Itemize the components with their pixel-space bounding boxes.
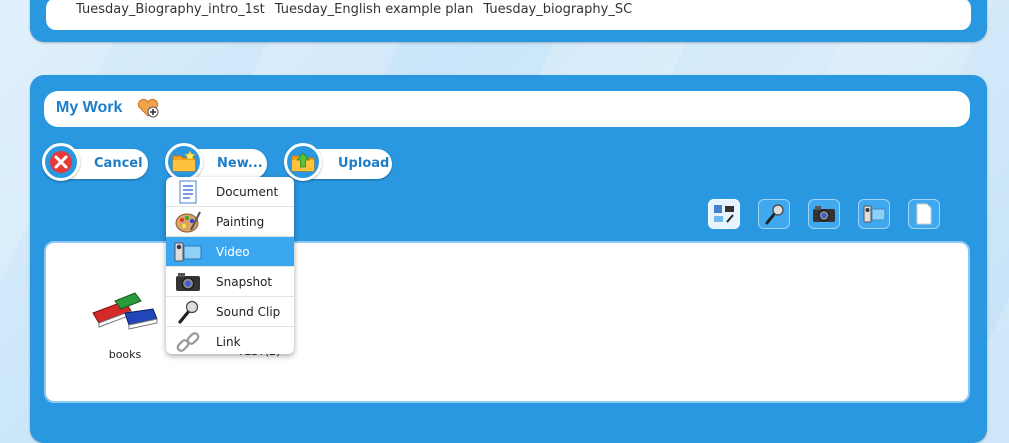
microphone-icon [765, 204, 784, 225]
upload-label: Upload [338, 156, 390, 171]
palette-icon [174, 209, 202, 235]
filter-snapshot-button[interactable] [808, 199, 840, 229]
menu-item-painting[interactable]: Painting [166, 207, 294, 237]
menu-item-label: Sound Clip [216, 304, 281, 319]
cancel-button[interactable]: Cancel [42, 143, 148, 181]
menu-item-document[interactable]: Document [166, 177, 294, 207]
cancel-label: Cancel [94, 156, 143, 171]
recent-item[interactable]: Tuesday_Biography_intro_1st [76, 2, 265, 17]
document-icon [174, 179, 202, 205]
list-item[interactable]: books [80, 283, 170, 361]
menu-item-link[interactable]: Link [166, 327, 294, 354]
menu-item-label: Snapshot [216, 274, 273, 289]
menu-item-label: Document [216, 184, 279, 199]
page-title: My Work [56, 99, 123, 116]
camera-icon [174, 269, 202, 295]
recent-item[interactable]: Tuesday_biography_SC [483, 2, 632, 17]
menu-item-label: Video [216, 244, 250, 259]
new-label: New... [217, 156, 263, 171]
item-label: books [108, 348, 142, 361]
all-media-icon [714, 205, 734, 223]
menu-item-snapshot[interactable]: Snapshot [166, 267, 294, 297]
filter-video-button[interactable] [858, 199, 890, 229]
recent-list: Tuesday_Biography_intro_1st Tuesday_Engl… [76, 2, 632, 17]
camera-icon [813, 206, 835, 222]
menu-item-sound-clip[interactable]: Sound Clip [166, 297, 294, 327]
menu-item-label: Link [216, 334, 241, 349]
title-bar: My Work [44, 91, 970, 127]
upload-button[interactable]: Upload [284, 143, 392, 181]
filter-all-button[interactable] [708, 199, 740, 229]
new-dropdown-menu: Document Painting Video Snapshot Sound C… [166, 177, 294, 354]
filter-sound-button[interactable] [758, 199, 790, 229]
books-icon [92, 292, 158, 330]
cancel-icon [42, 143, 80, 181]
new-folder-icon [165, 143, 203, 181]
microphone-icon [174, 299, 202, 325]
heart-add-icon [137, 98, 159, 118]
recent-item[interactable]: Tuesday_English example plan [275, 2, 474, 17]
upload-icon [284, 143, 322, 181]
new-button[interactable]: New... [165, 143, 267, 181]
link-icon [174, 329, 202, 355]
document-icon [916, 203, 932, 225]
filter-document-button[interactable] [908, 199, 940, 229]
video-icon [863, 205, 886, 223]
menu-item-label: Painting [216, 214, 265, 229]
recent-list-container: Tuesday_Biography_intro_1st Tuesday_Engl… [46, 0, 971, 30]
menu-item-video[interactable]: Video [166, 237, 294, 267]
recent-panel: Tuesday_Biography_intro_1st Tuesday_Engl… [30, 0, 987, 42]
video-icon [174, 239, 202, 265]
